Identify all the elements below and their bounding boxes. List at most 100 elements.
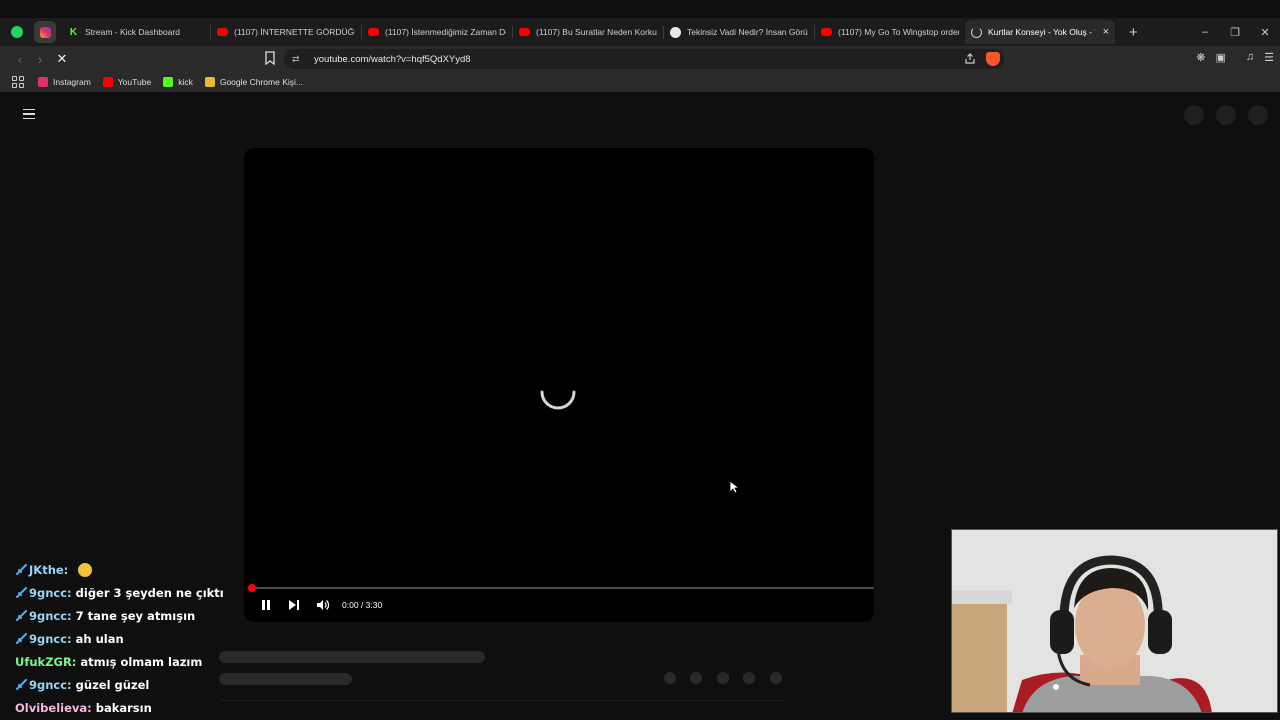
screen: K Stream - Kick Dashboard (1107) İNTERNETT…: [0, 0, 1280, 720]
loading-icon: [971, 26, 982, 38]
bookmarks-bar: Instagram YouTube kick Google Chrome Kişi..…: [0, 72, 1280, 92]
browser-tab[interactable]: K Stream - Kick Dashboard: [62, 20, 210, 44]
back-button[interactable]: ‹: [10, 52, 30, 67]
chat-text: bakarsın: [95, 700, 152, 715]
action-skeleton: [690, 672, 702, 684]
progress-bar[interactable]: [248, 584, 874, 592]
close-tab-icon[interactable]: ×: [1103, 26, 1109, 38]
time-display: 0:00 / 3:30: [342, 600, 383, 610]
close-window-button[interactable]: ✕: [1250, 26, 1280, 39]
browser-tab[interactable]: (1107) Bu Suratlar Neden Korkunç...: [513, 20, 663, 44]
bookmark-item[interactable]: YouTube: [102, 77, 151, 87]
placeholder-button: [1216, 105, 1236, 125]
whatsapp-icon: [11, 26, 23, 38]
pinned-tab-instagram[interactable]: [34, 21, 56, 43]
kick-icon: K: [69, 26, 78, 38]
address-bar[interactable]: ⇄ youtube.com/watch?v=hqf5QdXYyd8: [284, 49, 1004, 69]
sword-badge-icon: [16, 563, 27, 575]
pause-icon[interactable]: [260, 599, 272, 611]
webcam-person-image: [952, 530, 1277, 712]
chat-username: 9gncc:: [29, 677, 72, 692]
tab-title: Tekinsiz Vadi Nedir? İnsan Görünü...: [687, 27, 808, 37]
site-info-icon[interactable]: ⇄: [292, 54, 304, 65]
stop-loading-button[interactable]: ✕: [52, 51, 72, 67]
chat-text: diğer 3 şeyden ne çıktı: [75, 585, 224, 600]
media-icon[interactable]: ♫: [1246, 51, 1254, 64]
next-video-icon[interactable]: [288, 599, 300, 611]
bookmark-label: Instagram: [53, 77, 91, 87]
tab-title: Kurtlar Konseyi - Yok Oluş - Yo...: [988, 27, 1095, 37]
toolbar: ‹ › ✕ ⇄ youtube.com/watch?v=hqf5QdXYyd8 …: [0, 46, 1280, 72]
progress-scrubber[interactable]: [248, 584, 256, 592]
new-tab-button[interactable]: +: [1129, 24, 1138, 41]
hamburger-menu-icon[interactable]: [23, 109, 35, 122]
tab-title: (1107) İstenmediğimiz Zaman Değ...: [385, 27, 506, 37]
bookmark-favicon-icon: [102, 77, 113, 87]
video-player[interactable]: 0:00 / 3:30: [244, 148, 874, 622]
chat-text: ah ulan: [75, 631, 124, 646]
chat-message: 9gncc: 7 tane şey atmışın: [15, 604, 224, 627]
pinned-tab-whatsapp[interactable]: [6, 21, 28, 43]
brave-shields-icon[interactable]: [986, 52, 1000, 66]
placeholder-button: [1184, 105, 1204, 125]
minimize-button[interactable]: –: [1190, 26, 1220, 38]
bookmark-item[interactable]: Instagram: [38, 77, 91, 87]
loading-spinner-icon: [540, 390, 576, 410]
restore-button[interactable]: ❐: [1220, 26, 1250, 39]
chat-username: UfukZGR:: [15, 654, 77, 669]
site-icon: [670, 26, 681, 38]
omnibox-actions: [964, 52, 1000, 66]
action-skeleton: [717, 672, 729, 684]
chat-message: JKthe:: [15, 558, 224, 581]
browser-tab[interactable]: (1107) İNTERNETTE GÖRDÜĞÜNÜ...: [211, 20, 361, 44]
divider: [219, 700, 785, 701]
share-icon[interactable]: [964, 53, 976, 65]
browser-tab[interactable]: Tekinsiz Vadi Nedir? İnsan Görünü...: [664, 20, 814, 44]
player-controls: 0:00 / 3:30: [260, 596, 382, 614]
toolbar-right: ❋ ▣ ♫ ☰: [1196, 51, 1274, 64]
tab-title: (1107) İNTERNETTE GÖRDÜĞÜNÜ...: [234, 27, 355, 37]
chat-message: 9gncc: diğer 3 şeyden ne çıktı: [15, 581, 224, 604]
tab-title: (1107) My Go To Wingstop order 😁: [838, 26, 959, 37]
action-skeleton: [664, 672, 676, 684]
chat-message: 9gncc: ah ulan: [15, 627, 224, 650]
apps-icon[interactable]: [12, 76, 24, 88]
chat-username: 9gncc:: [29, 585, 72, 600]
sword-badge-icon: [16, 678, 27, 690]
action-skeleton: [770, 672, 782, 684]
placeholder-avatar: [1248, 105, 1268, 125]
chat-username: 9gncc:: [29, 608, 72, 623]
volume-icon[interactable]: [316, 599, 330, 611]
tab-title: (1107) Bu Suratlar Neden Korkunç...: [536, 27, 657, 37]
bookmark-favicon-icon: [38, 77, 48, 87]
menu-icon[interactable]: ☰: [1264, 51, 1274, 64]
stream-chat-overlay: JKthe: 9gncc: diğer 3 şeyden ne çıktı 9gncc…: [15, 558, 224, 719]
webcam-overlay: [951, 529, 1278, 713]
bookmark-item[interactable]: Google Chrome Kişi...: [204, 77, 303, 87]
action-skeleton: [743, 672, 755, 684]
bookmark-favicon-icon: [163, 77, 174, 87]
sidebar-icon[interactable]: ▣: [1215, 51, 1225, 64]
url-text: youtube.com/watch?v=hqf5QdXYyd8: [314, 53, 471, 65]
tab-title: Stream - Kick Dashboard: [85, 27, 180, 37]
youtube-icon: [519, 28, 530, 36]
browser-tab[interactable]: (1107) İstenmediğimiz Zaman Değ...: [362, 20, 512, 44]
youtube-icon: [821, 28, 832, 36]
chat-text: 7 tane şey atmışın: [75, 608, 196, 623]
bookmark-item[interactable]: kick: [163, 77, 193, 87]
extensions-icon[interactable]: ❋: [1196, 51, 1205, 64]
bookmark-label: Google Chrome Kişi...: [219, 77, 303, 87]
chat-message: Olvibelieva: bakarsın: [15, 696, 224, 719]
browser-tab[interactable]: Kurtlar Konseyi - Yok Oluş - Yo... ×: [965, 20, 1115, 44]
sword-badge-icon: [16, 586, 27, 598]
bookmark-icon[interactable]: [264, 51, 276, 65]
forward-button[interactable]: ›: [30, 52, 50, 67]
browser-tab[interactable]: (1107) My Go To Wingstop order 😁: [815, 20, 965, 44]
chat-message: 9gncc: güzel güzel: [15, 673, 224, 696]
chat-username: 9gncc:: [29, 631, 72, 646]
chat-username: Olvibelieva:: [15, 700, 92, 715]
chat-text: atmış olmam lazım: [80, 654, 203, 669]
emoji-icon: [78, 562, 93, 577]
window-controls: – ❐ ✕: [1190, 18, 1280, 46]
chat-username: JKthe:: [29, 562, 69, 577]
